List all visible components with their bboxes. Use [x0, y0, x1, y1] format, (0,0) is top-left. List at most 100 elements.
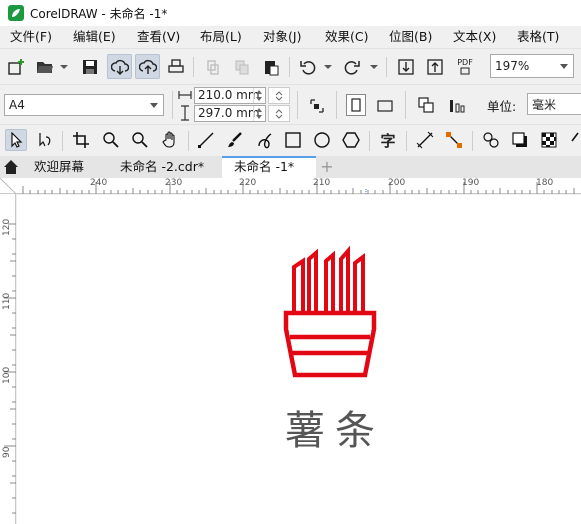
- horizontal-ruler[interactable]: 240 230 220 210 200 190 180: [0, 178, 581, 194]
- export-icon[interactable]: [425, 57, 445, 77]
- copy-icon[interactable]: [232, 57, 252, 77]
- page-width-value: 210.0 mm: [198, 88, 260, 102]
- crop-tool-icon[interactable]: [70, 129, 92, 151]
- page-height-field[interactable]: 297.0 mm: [194, 105, 266, 122]
- rectangle-tool-icon[interactable]: [282, 129, 304, 151]
- height-spin-buttons[interactable]: [268, 105, 290, 122]
- property-bar: A4 210.0 mm 297.0 mm 单位: 毫米: [0, 84, 581, 124]
- page-height-value: 297.0 mm: [198, 106, 260, 120]
- connector-tool-icon[interactable]: [443, 129, 465, 151]
- cloud-download-icon[interactable]: [107, 54, 132, 79]
- vruler-tick-110: 110: [2, 292, 12, 310]
- menu-text[interactable]: 文本(X): [453, 26, 496, 48]
- pen-curve-tool-icon[interactable]: [254, 129, 276, 151]
- horizontal-ruler-ticks: [0, 178, 575, 194]
- menu-bar: 文件(F) 编辑(E) 查看(V) 布局(L) 对象(J) 效果(C) 位图(B…: [0, 26, 581, 48]
- menu-edit[interactable]: 编辑(E): [73, 26, 116, 48]
- new-document-icon[interactable]: [6, 57, 26, 77]
- pdf-label: PDF: [457, 57, 473, 67]
- page-height-spinner[interactable]: [253, 106, 265, 121]
- window-title: CorelDRAW - 未命名 -1*: [30, 6, 168, 21]
- polygon-tool-icon[interactable]: [340, 129, 362, 151]
- home-icon[interactable]: [2, 158, 20, 176]
- units-combo[interactable]: 毫米: [527, 93, 581, 115]
- zoom-dropdown-arrow-icon[interactable]: [555, 55, 573, 77]
- page-size-value: A4: [9, 98, 25, 112]
- save-icon[interactable]: [80, 57, 100, 77]
- pick-tool-icon[interactable]: [5, 129, 27, 151]
- vruler-tick-100: 100: [2, 366, 12, 384]
- title-bar: CorelDRAW - 未命名 -1*: [0, 0, 581, 26]
- units-value: 毫米: [532, 97, 557, 112]
- open-dropdown-arrow-icon[interactable]: [60, 65, 68, 69]
- vertical-ruler[interactable]: 120 110 100 90: [0, 194, 16, 524]
- cut-icon[interactable]: [203, 57, 223, 77]
- width-spin-buttons[interactable]: [268, 87, 290, 104]
- vruler-tick-120: 120: [2, 218, 12, 236]
- units-label: 单位:: [487, 99, 517, 114]
- menu-object[interactable]: 对象(J): [263, 26, 301, 48]
- import-icon[interactable]: [396, 57, 416, 77]
- artistic-media-tool-icon[interactable]: [224, 129, 246, 151]
- menu-view[interactable]: 查看(V): [137, 26, 180, 48]
- drop-shadow-tool-icon[interactable]: [509, 129, 531, 151]
- shape-tool-icon[interactable]: [34, 129, 56, 151]
- zoom-level-combo[interactable]: 197%: [490, 54, 574, 78]
- zoom-level-value: 197%: [495, 59, 530, 73]
- ellipse-tool-icon[interactable]: [311, 129, 333, 151]
- parallel-dimension-tool-icon[interactable]: [414, 129, 436, 151]
- freehand-tool-icon[interactable]: [195, 129, 217, 151]
- cloud-upload-icon[interactable]: [135, 54, 160, 79]
- page-width-spinner[interactable]: [253, 88, 265, 103]
- print-icon[interactable]: [166, 57, 186, 77]
- undo-icon[interactable]: [298, 57, 318, 77]
- zoom-tool-icon[interactable]: [100, 129, 122, 151]
- open-folder-icon[interactable]: [35, 57, 55, 77]
- paste-icon[interactable]: [261, 57, 281, 77]
- hruler-tick-230: 230: [165, 178, 183, 188]
- tab-untitled-1[interactable]: 未命名 -1*: [222, 156, 316, 178]
- page-width-icon: [178, 91, 192, 99]
- current-page-icon[interactable]: [446, 94, 468, 116]
- document-tabs: 欢迎屏幕 未命名 -2.cdr* 未命名 -1* +: [0, 156, 581, 178]
- menu-table[interactable]: 表格(T): [517, 26, 559, 48]
- menu-file[interactable]: 文件(F): [10, 26, 52, 48]
- blend-tool-icon[interactable]: [480, 129, 502, 151]
- all-pages-icon[interactable]: [415, 94, 437, 116]
- text-tool-icon[interactable]: 字: [377, 129, 399, 151]
- transparency-tool-icon[interactable]: [538, 129, 560, 151]
- coreldraw-logo-icon: [8, 5, 24, 21]
- zoom-out-tool-icon[interactable]: [129, 129, 151, 151]
- landscape-orientation-icon[interactable]: [374, 97, 396, 115]
- toolbox-row: 字: [0, 124, 581, 156]
- canvas-text-fries[interactable]: 薯条: [285, 398, 385, 456]
- tab-welcome[interactable]: 欢迎屏幕: [22, 156, 108, 178]
- page-width-field[interactable]: 210.0 mm: [194, 87, 266, 104]
- hruler-tick-190: 190: [462, 178, 480, 188]
- hruler-tick-180: 180: [536, 178, 554, 188]
- vruler-tick-90: 90: [2, 446, 12, 458]
- hruler-tick-220: 220: [239, 178, 257, 188]
- layout-target-icon[interactable]: [306, 95, 328, 117]
- portrait-orientation-icon[interactable]: [346, 94, 366, 116]
- hruler-tick-210: 210: [313, 178, 331, 188]
- color-eyedropper-tool-icon[interactable]: [568, 129, 581, 151]
- menu-effects[interactable]: 效果(C): [325, 26, 368, 48]
- page-size-combo[interactable]: A4: [4, 94, 164, 116]
- hruler-tick-200: 200: [388, 178, 406, 188]
- french-fries-icon[interactable]: [281, 245, 381, 380]
- redo-icon[interactable]: [342, 57, 362, 77]
- hruler-tick-240: 240: [90, 178, 108, 188]
- menu-layout[interactable]: 布局(L): [200, 26, 242, 48]
- publish-pdf-icon[interactable]: PDF: [453, 54, 477, 78]
- redo-dropdown-arrow-icon[interactable]: [370, 65, 378, 69]
- page-size-dropdown-arrow-icon[interactable]: [145, 95, 163, 115]
- tab-untitled-2[interactable]: 未命名 -2.cdr*: [108, 156, 222, 178]
- standard-toolbar: PDF 197%: [0, 48, 581, 84]
- page-height-icon: [181, 105, 189, 121]
- new-tab-button[interactable]: +: [316, 156, 338, 178]
- pan-tool-icon[interactable]: [159, 129, 181, 151]
- vertical-ruler-ticks: [4, 223, 16, 514]
- undo-dropdown-arrow-icon[interactable]: [324, 65, 332, 69]
- menu-bitmaps[interactable]: 位图(B): [389, 26, 432, 48]
